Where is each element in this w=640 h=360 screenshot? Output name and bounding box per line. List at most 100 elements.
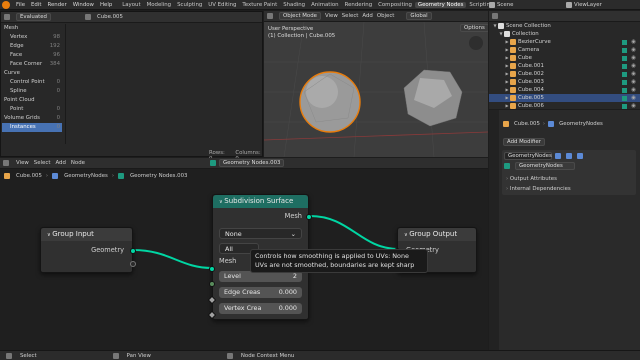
second-sphere[interactable]: [403, 69, 463, 127]
workspace-tab-compositing[interactable]: Compositing: [375, 2, 415, 8]
visibility-eye-icon[interactable]: ◉: [631, 38, 636, 46]
output-attributes-section[interactable]: › Output Attributes: [506, 174, 632, 184]
blender-logo-icon[interactable]: [2, 0, 10, 9]
collection-icon: [504, 31, 510, 37]
visibility-eye-icon[interactable]: ◉: [631, 46, 636, 54]
component-item-control-point[interactable]: Control Point 0: [2, 78, 62, 87]
editmode-toggle-icon[interactable]: [555, 153, 561, 159]
component-item-face-corner[interactable]: Face Corner 384: [2, 60, 62, 69]
viewport-menu-select[interactable]: Select: [342, 13, 359, 19]
visibility-eye-icon[interactable]: ◉: [631, 54, 636, 62]
outliner-item-cube-006[interactable]: ▶ Cube.006 ◉: [489, 102, 640, 110]
outliner-item-cube-002[interactable]: ▶ Cube.002 ◉: [489, 70, 640, 78]
evaluation-mode-dropdown[interactable]: Evaluated: [16, 13, 51, 21]
component-item-curve[interactable]: Curve: [2, 69, 62, 78]
collection-icon: [498, 23, 504, 29]
component-item-point[interactable]: Point 0: [2, 105, 62, 114]
component-item-edge[interactable]: Edge 192: [2, 42, 62, 51]
view-layer-name[interactable]: ViewLayer: [574, 2, 602, 8]
outliner-item-cube-004[interactable]: ▶ Cube.004 ◉: [489, 86, 640, 94]
visibility-eye-icon[interactable]: ◉: [631, 86, 636, 94]
component-item-vertex[interactable]: Vertex 98: [2, 33, 62, 42]
uv-smooth-dropdown[interactable]: None ⌄: [219, 228, 302, 239]
component-label: Volume Grids: [4, 115, 40, 121]
menu-edit[interactable]: Edit: [28, 2, 44, 8]
edge-crease-field[interactable]: Edge Creas 0.000: [219, 287, 302, 298]
scene-name[interactable]: Scene: [497, 2, 513, 8]
group-input-title: Group Input: [52, 230, 94, 238]
group-input-geometry-socket[interactable]: [130, 248, 136, 254]
mouse-right-icon: [226, 352, 233, 359]
mode-dropdown[interactable]: Object Mode: [279, 12, 321, 20]
group-input-node[interactable]: ∨ Group Input Geometry: [40, 227, 136, 273]
component-item-instances[interactable]: Instances 0: [2, 123, 62, 132]
navigation-gizmo[interactable]: [469, 36, 483, 50]
outliner-item-cube-003[interactable]: ▶ Cube.003 ◉: [489, 78, 640, 86]
subdiv-mesh-input-socket[interactable]: [209, 266, 215, 272]
workspace-tab-animation[interactable]: Animation: [308, 2, 341, 8]
component-count: 0: [56, 79, 60, 85]
component-item-mesh[interactable]: Mesh: [2, 24, 62, 33]
visibility-eye-icon[interactable]: ◉: [631, 62, 636, 70]
properties-tabs: [489, 110, 499, 350]
menu-help[interactable]: Help: [97, 2, 115, 8]
uv-smooth-tooltip: Controls how smoothing is applied to UVs…: [250, 249, 428, 273]
3d-viewport[interactable]: Object Mode View Select Add Object Globa…: [264, 11, 488, 157]
visibility-eye-icon[interactable]: ◉: [631, 70, 636, 78]
workspace-tab-geometry-nodes[interactable]: Geometry Nodes: [414, 1, 467, 8]
internal-dependencies-section[interactable]: › Internal Dependencies: [506, 184, 632, 194]
workspace-tab-modeling[interactable]: Modeling: [144, 2, 175, 8]
vertex-crease-field[interactable]: Vertex Crea 0.000: [219, 303, 302, 314]
menu-file[interactable]: File: [13, 2, 28, 8]
viewport-menu-view[interactable]: View: [325, 13, 338, 19]
outliner-item-cube-001[interactable]: ▶ Cube.001 ◉: [489, 62, 640, 70]
outliner-editor-icon[interactable]: [492, 13, 498, 19]
modifier-indicator-icon: [622, 87, 628, 93]
add-modifier-button[interactable]: Add Modifier: [503, 138, 545, 146]
workspace-tab-layout[interactable]: Layout: [119, 2, 143, 8]
workspace-tab-rendering[interactable]: Rendering: [342, 2, 376, 8]
spreadsheet-editor-icon[interactable]: [4, 14, 10, 20]
viewport-editor-icon[interactable]: [267, 13, 273, 19]
component-item-point-cloud[interactable]: Point Cloud: [2, 96, 62, 105]
top-bar: File Edit Render Window Help Layout Modeling S…: [0, 0, 640, 10]
mouse-middle-icon: [112, 352, 119, 359]
workspace-tab-sculpting[interactable]: Sculpting: [174, 2, 205, 8]
modifier-indicator-icon: [622, 39, 628, 45]
component-label: Face: [10, 52, 23, 58]
viewport-menu-add[interactable]: Add: [362, 13, 372, 19]
object-icon: [510, 63, 516, 69]
visibility-eye-icon[interactable]: ◉: [631, 102, 636, 110]
component-count: 0: [56, 106, 60, 112]
workspace-tab-shading[interactable]: Shading: [280, 2, 308, 8]
render-toggle-icon[interactable]: [577, 153, 583, 159]
component-item-volume-grids[interactable]: Volume Grids 0: [2, 114, 62, 123]
component-count: 0: [56, 124, 60, 130]
outliner-item-camera[interactable]: ▶ Camera ◉: [489, 46, 640, 54]
level-socket[interactable]: [209, 281, 215, 287]
outliner-item-cube[interactable]: ▶ Cube ◉: [489, 54, 640, 62]
menu-window[interactable]: Window: [70, 2, 97, 8]
component-item-face[interactable]: Face 96: [2, 51, 62, 60]
node-group-selector[interactable]: GeometryNodes: [515, 162, 575, 170]
modifier-name-field[interactable]: GeometryNodes: [504, 152, 552, 160]
outliner-item-cube-005[interactable]: ▶ Cube.005 ◉: [489, 94, 640, 102]
outliner-item-label: BezierCurve: [518, 39, 551, 45]
viewport-toggle-icon[interactable]: [566, 153, 572, 159]
visibility-eye-icon[interactable]: ◉: [631, 94, 636, 102]
menu-render[interactable]: Render: [44, 2, 69, 8]
visibility-eye-icon[interactable]: ◉: [631, 78, 636, 86]
subdiv-mesh-output-socket[interactable]: [306, 214, 312, 220]
workspace-tab-uv-editing[interactable]: UV Editing: [205, 2, 239, 8]
outliner-item-beziercurve[interactable]: ▶ BezierCurve ◉: [489, 38, 640, 46]
selected-sphere[interactable]: [299, 71, 361, 133]
group-input-empty-socket[interactable]: [130, 261, 136, 267]
component-item-spline[interactable]: Spline 0: [2, 87, 62, 96]
node-editor[interactable]: View Select Add Node Geometry Nodes.003 …: [0, 158, 488, 350]
outliner-item-scene-collection[interactable]: ▼ Scene Collection: [489, 22, 640, 30]
orientation-dropdown[interactable]: Global: [406, 12, 432, 20]
outliner-item-collection[interactable]: ▼ Collection: [489, 30, 640, 38]
viewport-menu-object[interactable]: Object: [377, 13, 395, 19]
workspace-tab-texture-paint[interactable]: Texture Paint: [239, 2, 280, 8]
options-button[interactable]: Options: [460, 24, 488, 32]
